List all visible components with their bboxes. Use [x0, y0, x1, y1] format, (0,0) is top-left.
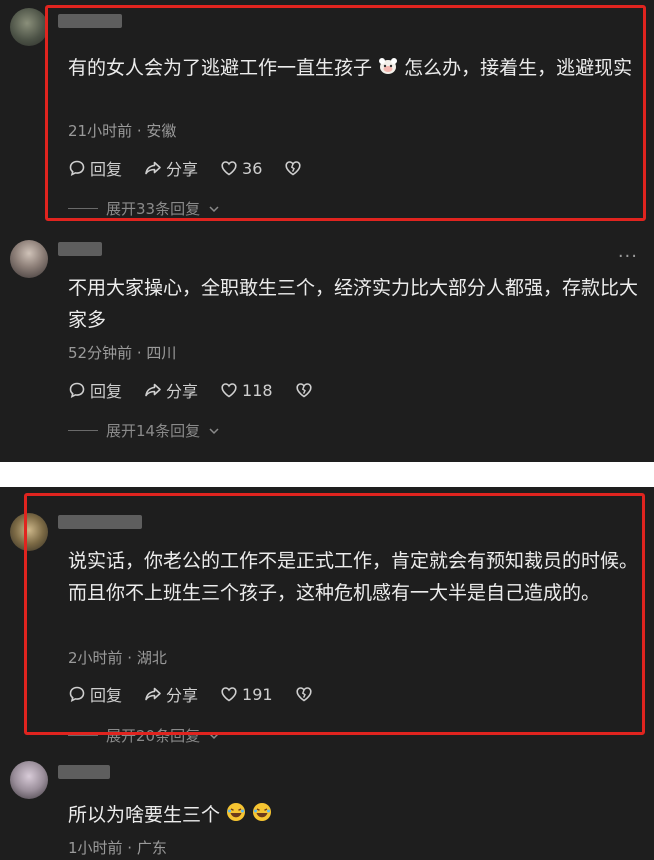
share-arrow-icon — [144, 685, 162, 703]
heart-icon — [220, 381, 238, 399]
comment-time-location: 2小时前 · 湖北 — [68, 649, 167, 667]
username-blurred[interactable] — [58, 242, 102, 256]
share-button[interactable]: 分享 — [144, 378, 198, 402]
divider-line — [68, 430, 98, 431]
reply-button[interactable]: 回复 — [68, 378, 122, 402]
more-options-button[interactable]: ··· — [618, 246, 638, 267]
like-button[interactable]: 36 — [220, 159, 262, 178]
comment-bubble-icon — [68, 159, 86, 177]
divider-line — [68, 208, 98, 209]
laughing-emoji — [252, 800, 272, 832]
comment-time-location: 21小时前 · 安徽 — [68, 122, 177, 140]
share-arrow-icon — [144, 381, 162, 399]
like-button[interactable]: 118 — [220, 381, 273, 400]
comment-text: 不用大家操心，全职敢生三个，经济实力比大部分人都强，存款比大家多 — [68, 277, 639, 331]
reply-button[interactable]: 回复 — [68, 682, 122, 706]
like-button[interactable]: 191 — [220, 685, 273, 704]
avatar[interactable] — [10, 8, 48, 46]
top-screenshot-panel: 有的女人会为了逃避工作一直生孩子 怎么办，接着生，逃避现实 21小时前 · 安徽… — [0, 0, 654, 462]
divider-line — [68, 735, 98, 736]
heart-icon — [220, 685, 238, 703]
comment-time-location: 1小时前 · 广东 — [68, 839, 167, 857]
comment-bubble-icon — [68, 381, 86, 399]
broken-heart-icon — [284, 159, 302, 177]
dislike-button[interactable] — [295, 381, 313, 399]
expand-replies-button[interactable]: 展开33条回复 — [68, 198, 220, 219]
share-arrow-icon — [144, 159, 162, 177]
avatar[interactable] — [10, 761, 48, 799]
avatar[interactable] — [10, 513, 48, 551]
comment-bubble-icon — [68, 685, 86, 703]
share-button[interactable]: 分享 — [144, 682, 198, 706]
comment-actions: 回复 分享 118 — [68, 378, 313, 402]
avatar[interactable] — [10, 240, 48, 278]
panel-separator — [0, 462, 654, 487]
comment-time-location: 52分钟前 · 四川 — [68, 344, 177, 362]
heart-icon — [220, 159, 238, 177]
username-blurred[interactable] — [58, 765, 110, 779]
chevron-down-icon — [208, 730, 220, 742]
comment-text: 所以为啥要生三个 — [68, 799, 643, 832]
broken-heart-icon — [295, 381, 313, 399]
chevron-down-icon — [208, 203, 220, 215]
expand-replies-button[interactable]: 展开20条回复 — [68, 725, 220, 746]
highlight-box — [45, 5, 646, 221]
chevron-down-icon — [208, 425, 220, 437]
expand-replies-button[interactable]: 展开14条回复 — [68, 420, 220, 441]
comment-text: 说实话，你老公的工作不是正式工作，肯定就会有预知裁员的时候。而且你不上班生三个孩… — [68, 550, 639, 604]
dislike-button[interactable] — [284, 159, 302, 177]
sheep-face-emoji — [378, 53, 398, 85]
bottom-screenshot-panel: 说实话，你老公的工作不是正式工作，肯定就会有预知裁员的时候。而且你不上班生三个孩… — [0, 487, 654, 860]
username-blurred[interactable] — [58, 515, 142, 529]
comment-actions: 回复 分享 36 — [68, 156, 302, 180]
share-button[interactable]: 分享 — [144, 156, 198, 180]
dislike-button[interactable] — [295, 685, 313, 703]
comment-actions: 回复 分享 191 — [68, 682, 313, 706]
username-blurred[interactable] — [58, 14, 122, 28]
comment-text: 有的女人会为了逃避工作一直生孩子 怎么办，接着生，逃避现实 — [68, 52, 643, 85]
laughing-emoji — [226, 800, 246, 832]
broken-heart-icon — [295, 685, 313, 703]
reply-button[interactable]: 回复 — [68, 156, 122, 180]
